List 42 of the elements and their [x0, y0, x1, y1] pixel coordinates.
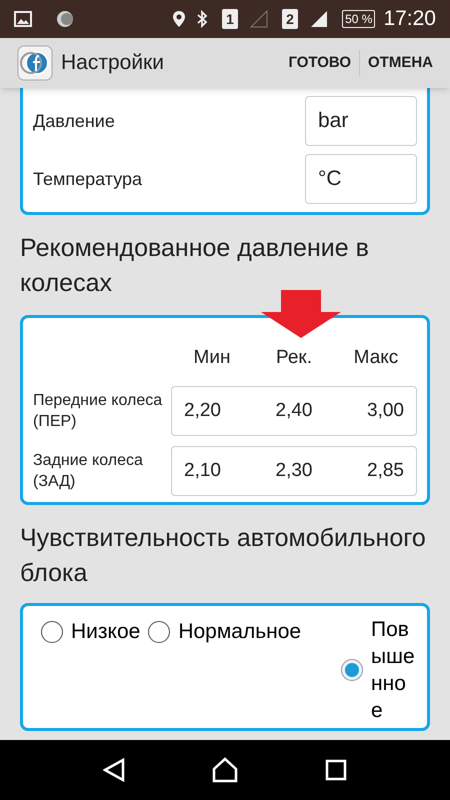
pressure-value: 2,40 [276, 398, 312, 423]
home-icon[interactable] [212, 757, 238, 783]
app-icon [56, 10, 74, 28]
bluetooth-icon [196, 10, 208, 28]
cancel-button[interactable]: ОТМЕНА [368, 52, 433, 74]
row-label: Передние колеса (ПЕР) [33, 391, 164, 432]
signal-icon [250, 10, 268, 28]
unit-field[interactable]: °C [305, 154, 417, 204]
location-icon [172, 10, 186, 28]
section-heading: Чувствительность автомобильного блока [20, 523, 427, 589]
radio-button[interactable] [341, 659, 363, 681]
radio-button[interactable] [148, 620, 170, 643]
pressure-value: 3,00 [367, 398, 404, 423]
pressure-value: 2,85 [367, 458, 404, 483]
column-header: Рек. [276, 346, 312, 370]
pressure-field[interactable]: 2,20 2,40 3,00 [171, 386, 417, 436]
column-header: Макс [354, 346, 398, 370]
pressure-value: 2,10 [184, 458, 221, 483]
radio-option[interactable]: Повышенное [341, 616, 417, 724]
recents-icon[interactable] [324, 759, 347, 781]
unit-label: Температура [33, 168, 142, 191]
clock: 17:20 [383, 6, 436, 32]
sim-badge: 1 [222, 9, 238, 29]
row-label: Задние колеса (ЗАД) [33, 451, 144, 492]
unit-label: Давление [33, 110, 115, 133]
section-heading: Рекомендованное давление в колесах [20, 233, 370, 299]
sim-badge: 2 [282, 9, 298, 29]
image-icon [14, 11, 32, 27]
back-icon[interactable] [103, 758, 126, 782]
app-logo-icon [17, 45, 53, 81]
pressure-field[interactable]: 2,10 2,30 2,85 [171, 446, 417, 496]
radio-option[interactable]: Низкое [41, 616, 140, 648]
radio-option[interactable]: Нормальное [148, 616, 302, 648]
pressure-value: 2,20 [184, 398, 221, 423]
signal-icon [310, 10, 328, 28]
screen-title: Настройки [61, 50, 164, 76]
done-button[interactable]: ГОТОВО [288, 52, 351, 74]
pressure-value: 2,30 [276, 458, 312, 483]
radio-button[interactable] [41, 620, 63, 643]
unit-field[interactable]: bar [305, 96, 417, 146]
battery-indicator: 50 % [342, 10, 376, 28]
column-header: Мин [194, 346, 230, 370]
